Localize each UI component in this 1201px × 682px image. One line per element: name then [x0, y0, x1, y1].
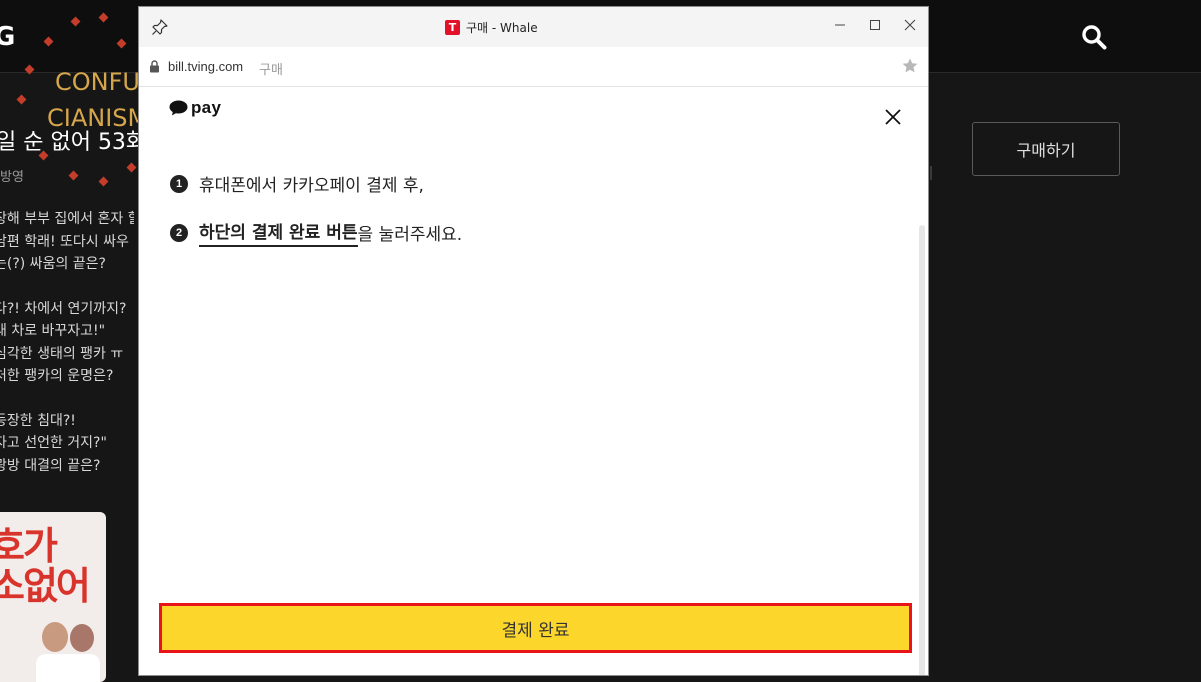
decor-diamond	[16, 94, 27, 105]
search-icon[interactable]	[1080, 23, 1108, 51]
poster-person	[42, 622, 68, 652]
step-number: 1	[170, 174, 188, 193]
decor-diamond	[98, 176, 109, 187]
pin-icon[interactable]	[151, 18, 169, 36]
poster-person	[70, 624, 94, 652]
kakaopay-logo: pay	[169, 98, 221, 118]
url-domain: bill.tving.com	[168, 59, 244, 74]
episode-meta: 방영	[0, 170, 24, 185]
step-emphasis: 하단의 결제 완료 버튼	[199, 218, 358, 247]
site-logo[interactable]: G	[0, 22, 15, 52]
payment-complete-button[interactable]: 결제 완료	[159, 603, 912, 653]
show-poster[interactable]: 호가 소없어	[0, 512, 106, 682]
url-path: 구매	[259, 63, 283, 78]
step-text: 휴대폰에서 카카오페이 결제 후,	[199, 176, 424, 196]
window-titlebar[interactable]: T 구매 - Whale	[139, 7, 928, 47]
scrollbar[interactable]	[919, 225, 925, 675]
episode-description: 장해 부부 집에서 혼자 할 남편 학래! 또다시 싸우 는(?) 싸움의 끝은…	[0, 211, 134, 474]
step-text: 을 눌러주세요.	[357, 225, 463, 245]
tving-favicon: T	[445, 20, 460, 35]
close-window-icon[interactable]	[899, 14, 921, 36]
poster-clothes	[36, 654, 100, 682]
kakaopay-content: pay 1 휴대폰에서 카카오페이 결제 후, 2 하단의 결제 완료 버튼 을…	[139, 87, 928, 675]
decor-diamond	[126, 162, 137, 173]
address-bar[interactable]: bill.tving.com 구매	[139, 47, 928, 87]
star-icon[interactable]	[901, 57, 919, 75]
payment-popup-window: T 구매 - Whale bill.tving.com 구매 pay 1 휴대폰…	[138, 6, 929, 676]
poster-title: 호가 소없어	[0, 524, 91, 608]
maximize-icon[interactable]	[864, 14, 886, 36]
step-number: 2	[170, 223, 188, 242]
divider	[930, 166, 932, 180]
kakaopay-logo-word: pay	[191, 98, 222, 117]
episode-title: 일 순 없어 53화	[0, 130, 147, 155]
instruction-step-1: 1 휴대폰에서 카카오페이 결제 후,	[170, 171, 424, 196]
buy-button[interactable]: 구매하기	[972, 122, 1120, 176]
close-icon[interactable]	[884, 108, 902, 126]
lock-icon	[150, 60, 159, 73]
minimize-icon[interactable]	[829, 14, 851, 36]
window-title-text: 구매 - Whale	[466, 21, 538, 35]
decor-diamond	[68, 170, 79, 181]
instruction-step-2: 2 하단의 결제 완료 버튼 을 눌러주세요.	[170, 218, 462, 247]
kakao-bubble-icon	[169, 100, 188, 116]
window-title: T 구매 - Whale	[445, 19, 538, 36]
